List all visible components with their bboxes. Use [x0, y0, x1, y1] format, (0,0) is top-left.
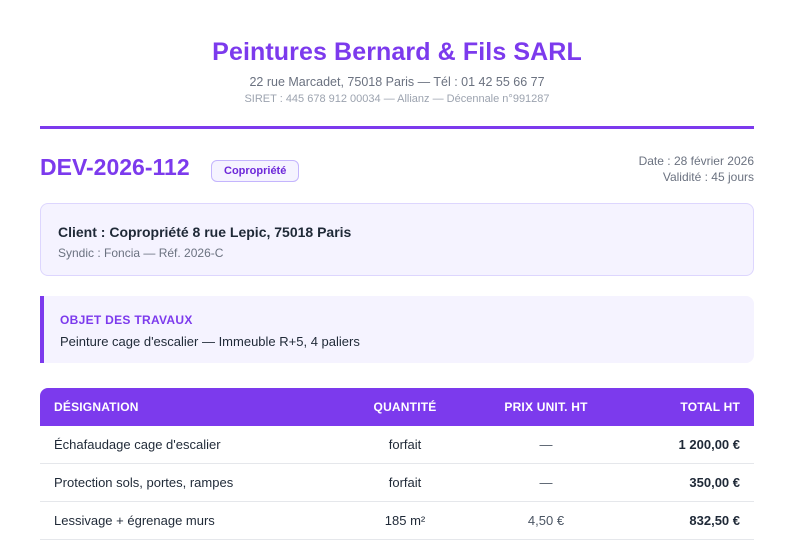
- client-box: Client : Copropriété 8 rue Lepic, 75018 …: [40, 203, 754, 276]
- header-prix-unit: PRIX UNIT. HT: [504, 400, 588, 414]
- objet-box: OBJET DES TRAVAUX Peinture cage d'escali…: [40, 296, 754, 363]
- quote-date: Date : 28 février 2026: [638, 154, 754, 168]
- status-badge: Copropriété: [211, 160, 300, 182]
- cell-total: 1 200,00 €: [678, 437, 740, 452]
- table-row: Échafaudage cage d'escalier forfait — 1 …: [40, 426, 754, 464]
- cell-designation: Lessivage + égrenage murs: [54, 513, 215, 528]
- table-row: Protection sols, portes, rampes forfait …: [40, 464, 754, 502]
- cell-designation: Échafaudage cage d'escalier: [54, 437, 221, 452]
- header-divider: [40, 126, 754, 129]
- cell-designation: Protection sols, portes, rampes: [54, 475, 234, 490]
- header-quantite: QUANTITÉ: [373, 400, 437, 414]
- table-row: Lessivage + égrenage murs 185 m² 4,50 € …: [40, 502, 754, 540]
- quote-validity: Validité : 45 jours: [662, 170, 754, 184]
- cell-total: 832,50 €: [689, 513, 740, 528]
- cell-quantite: 185 m²: [384, 513, 426, 528]
- company-siret: SIRET : 445 678 912 00034 — Allianz — Dé…: [244, 93, 550, 105]
- header-total: TOTAL HT: [680, 400, 740, 414]
- cell-quantite: forfait: [388, 437, 422, 452]
- table-header: DÉSIGNATION QUANTITÉ PRIX UNIT. HT TOTAL…: [40, 388, 754, 426]
- cell-prix-unit: —: [539, 437, 553, 452]
- objet-accent-bar: [40, 296, 44, 363]
- cell-quantite: forfait: [388, 475, 422, 490]
- client-name: Client : Copropriété 8 rue Lepic, 75018 …: [58, 224, 352, 240]
- cell-prix-unit: —: [539, 475, 553, 490]
- cell-prix-unit: 4,50 €: [527, 513, 565, 528]
- items-table: DÉSIGNATION QUANTITÉ PRIX UNIT. HT TOTAL…: [40, 388, 754, 540]
- objet-title: OBJET DES TRAVAUX: [60, 313, 193, 327]
- quote-number: DEV-2026-112: [40, 154, 190, 180]
- header-designation: DÉSIGNATION: [54, 400, 139, 414]
- quote-meta: Date : 28 février 2026 Validité : 45 jou…: [639, 153, 754, 185]
- company-name: Peintures Bernard & Fils SARL: [212, 38, 582, 66]
- cell-total: 350,00 €: [689, 475, 740, 490]
- objet-text: Peinture cage d'escalier — Immeuble R+5,…: [60, 334, 360, 349]
- client-syndic: Syndic : Foncia — Réf. 2026-C: [58, 246, 224, 260]
- company-address: 22 rue Marcadet, 75018 Paris — Tél : 01 …: [249, 75, 545, 89]
